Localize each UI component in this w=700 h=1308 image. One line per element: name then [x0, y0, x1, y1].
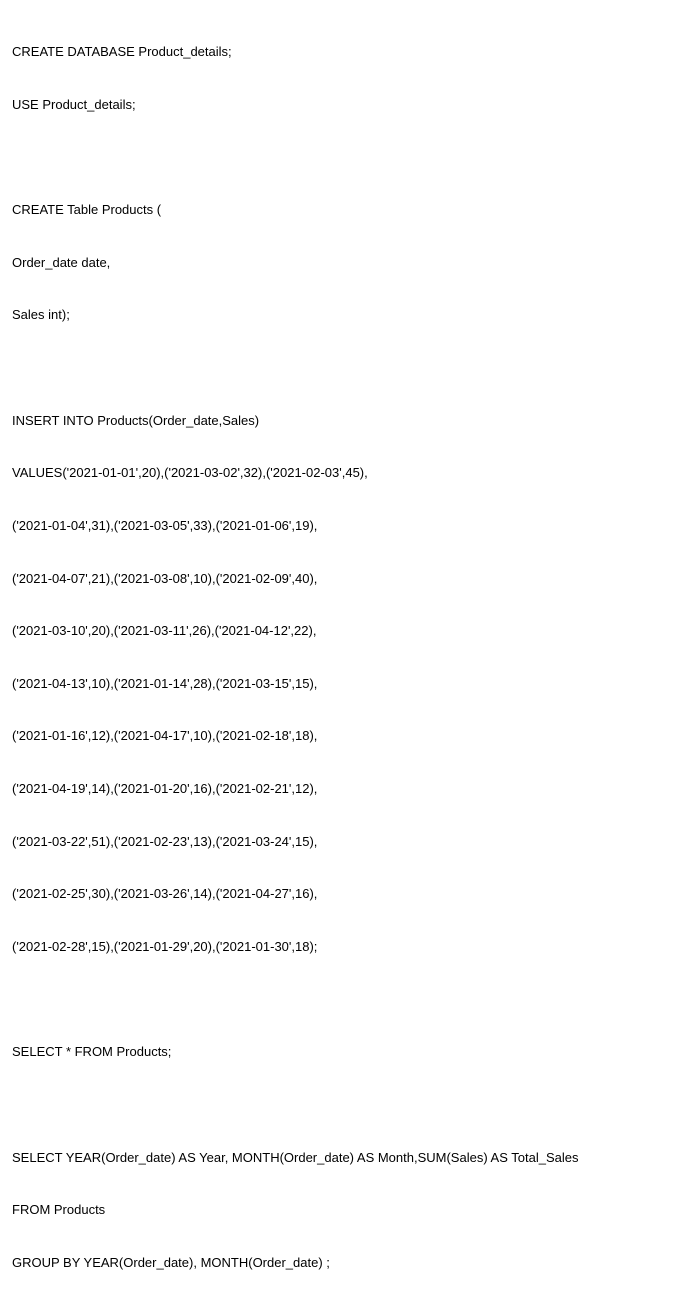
code-line	[12, 991, 688, 1009]
code-line: ('2021-04-13',10),('2021-01-14',28),('20…	[12, 675, 688, 693]
code-line: ('2021-04-07',21),('2021-03-08',10),('20…	[12, 570, 688, 588]
code-line: ('2021-03-22',51),('2021-02-23',13),('20…	[12, 833, 688, 851]
code-line: SELECT * FROM Products;	[12, 1043, 688, 1061]
code-line: FROM Products	[12, 1201, 688, 1219]
code-line: CREATE Table Products (	[12, 201, 688, 219]
code-line	[12, 148, 688, 166]
sql-code-block: CREATE DATABASE Product_details; USE Pro…	[12, 8, 688, 1308]
code-line: SELECT YEAR(Order_date) AS Year, MONTH(O…	[12, 1149, 688, 1167]
code-line: GROUP BY YEAR(Order_date), MONTH(Order_d…	[12, 1254, 688, 1272]
code-line: ('2021-02-28',15),('2021-01-29',20),('20…	[12, 938, 688, 956]
code-line: Sales int);	[12, 306, 688, 324]
code-line: CREATE DATABASE Product_details;	[12, 43, 688, 61]
code-line: VALUES('2021-01-01',20),('2021-03-02',32…	[12, 464, 688, 482]
code-line	[12, 1096, 688, 1114]
code-line: ('2021-03-10',20),('2021-03-11',26),('20…	[12, 622, 688, 640]
code-line: ('2021-04-19',14),('2021-01-20',16),('20…	[12, 780, 688, 798]
code-line: ('2021-01-16',12),('2021-04-17',10),('20…	[12, 727, 688, 745]
code-line: Order_date date,	[12, 254, 688, 272]
code-line	[12, 1306, 688, 1308]
code-line	[12, 359, 688, 377]
code-line: ('2021-01-04',31),('2021-03-05',33),('20…	[12, 517, 688, 535]
code-line: USE Product_details;	[12, 96, 688, 114]
code-line: ('2021-02-25',30),('2021-03-26',14),('20…	[12, 885, 688, 903]
code-line: INSERT INTO Products(Order_date,Sales)	[12, 412, 688, 430]
